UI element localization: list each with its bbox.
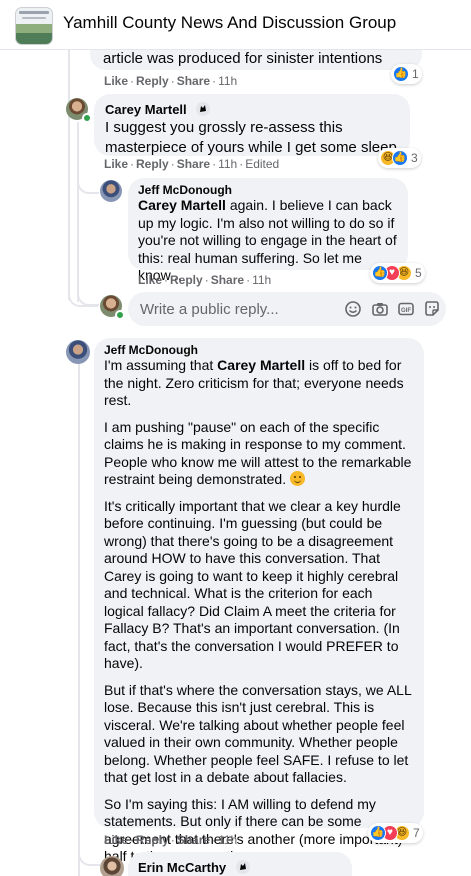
avatar[interactable]	[100, 180, 122, 202]
reply-link[interactable]: Reply	[136, 74, 169, 88]
thread-line	[78, 362, 80, 876]
like-link[interactable]: Like	[104, 157, 128, 171]
thread-connector	[78, 848, 100, 866]
like-reaction-icon: 👍	[393, 66, 409, 82]
group-avatar[interactable]	[15, 7, 53, 45]
group-title[interactable]: Yamhill County News And Discussion Group	[63, 13, 396, 33]
reaction-count: 3	[411, 151, 418, 165]
comment-actions: Like · Reply · Share · 11h	[104, 74, 238, 88]
comment-paragraph: But if that's where the conversation sta…	[104, 681, 412, 786]
comment-paragraph: I'm assuming that Carey Martell is off t…	[104, 357, 404, 408]
timestamp[interactable]: 11h	[218, 157, 237, 171]
comment-author[interactable]: Erin McCarthy	[138, 860, 226, 875]
comment-bubble: Erin McCarthy	[128, 852, 352, 876]
online-status-icon	[115, 310, 125, 320]
timestamp[interactable]: 11h	[218, 74, 237, 88]
timestamp[interactable]: 11h	[252, 273, 271, 287]
share-link[interactable]: Share	[177, 833, 210, 847]
comment-text: article was produced for sinister intent…	[103, 50, 383, 67]
top-fan-badge-icon[interactable]	[196, 102, 211, 116]
gif-icon[interactable]: GIF	[397, 300, 415, 318]
comment-author[interactable]: Jeff McDonough	[104, 343, 198, 357]
comment-paragraph: It's critically important that we clear …	[104, 497, 401, 672]
like-link[interactable]: Like	[138, 273, 162, 287]
mention-link[interactable]: Carey Martell	[138, 197, 226, 213]
reaction-count: 7	[413, 826, 420, 840]
smile-emoji-icon	[290, 471, 305, 486]
comment-text: I suggest you grossly re-assess this mas…	[105, 119, 401, 156]
comment-author-row: Erin McCarthy	[138, 859, 250, 876]
comment-bubble: Carey Martell I suggest you grossly re-a…	[94, 94, 410, 156]
share-link[interactable]: Share	[211, 273, 244, 287]
reaction-summary[interactable]: 👍 ♥ 😆 5	[370, 263, 425, 283]
like-reaction-icon: 👍	[392, 150, 408, 166]
top-fan-badge-icon[interactable]	[235, 860, 250, 874]
reply-link[interactable]: Reply	[136, 833, 169, 847]
reply-box: GIF	[128, 292, 446, 326]
like-reaction-icon: 👍	[372, 265, 388, 281]
comment-actions: Like · Reply · Share · 11h	[138, 273, 272, 287]
thread-connector	[77, 178, 99, 194]
like-link[interactable]: Like	[104, 74, 128, 88]
comment-author[interactable]: Jeff McDonough	[138, 183, 232, 197]
group-header: Yamhill County News And Discussion Group	[0, 0, 471, 50]
reaction-summary[interactable]: 👍 1	[391, 64, 422, 84]
avatar[interactable]	[100, 856, 124, 876]
reaction-summary[interactable]: 😆 👍 3	[378, 148, 421, 168]
comment-bubble: Jeff McDonough I'm assuming that Carey M…	[94, 338, 424, 864]
mention-link[interactable]: Carey Martell	[217, 357, 305, 373]
timestamp[interactable]: 11h	[218, 833, 237, 847]
reply-link[interactable]: Reply	[170, 273, 203, 287]
comment-actions: Like · Reply · Share · 11h	[104, 833, 238, 847]
comment-author-row: Carey Martell	[105, 101, 211, 119]
comment-paragraph: I am pushing "pause" on each of the spec…	[104, 418, 412, 488]
comment-author[interactable]: Carey Martell	[105, 102, 187, 117]
comment-actions: Like · Reply · Share · 11h · Edited	[104, 157, 280, 171]
reaction-count: 1	[412, 67, 419, 81]
camera-icon[interactable]	[371, 300, 389, 318]
online-status-icon	[82, 113, 92, 123]
reply-input[interactable]	[140, 292, 340, 326]
comment-bubble: Jeff McDonough Carey Martell again. I be…	[128, 178, 408, 283]
avatar[interactable]	[66, 340, 90, 364]
svg-text:GIF: GIF	[401, 308, 411, 314]
emoji-icon[interactable]	[344, 300, 362, 318]
thread-line	[68, 110, 70, 300]
sticker-icon[interactable]	[423, 300, 441, 318]
like-link[interactable]: Like	[104, 833, 128, 847]
comment-text: I'm assuming that Carey Martell is off t…	[104, 357, 416, 866]
reaction-count: 5	[415, 266, 422, 280]
like-reaction-icon: 👍	[370, 825, 386, 841]
thread-line	[77, 122, 79, 302]
comment-text: Carey Martell again. I believe I can bac…	[138, 197, 397, 283]
share-link[interactable]: Share	[177, 74, 210, 88]
reaction-summary[interactable]: 👍 ♥ 😆 7	[368, 823, 423, 843]
share-link[interactable]: Share	[177, 157, 210, 171]
reply-link[interactable]: Reply	[136, 157, 169, 171]
edited-label[interactable]: Edited	[245, 157, 279, 171]
